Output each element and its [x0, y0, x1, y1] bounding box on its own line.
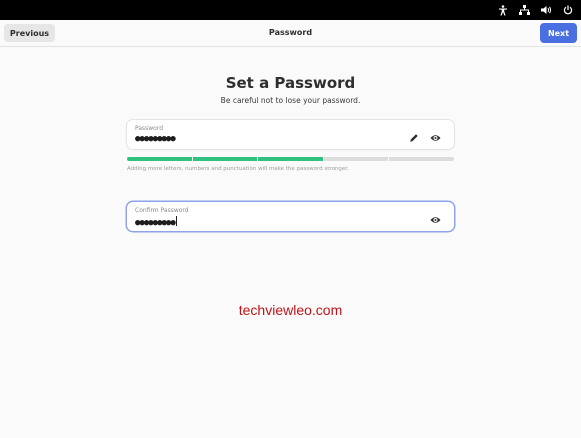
- page-subtitle: Be careful not to lose your password.: [220, 96, 361, 105]
- pencil-icon[interactable]: [409, 128, 419, 147]
- text-cursor: [175, 216, 177, 226]
- system-top-bar: [0, 0, 581, 20]
- system-tray: [498, 3, 573, 17]
- strength-segment: [192, 157, 258, 161]
- show-password-eye-icon[interactable]: [430, 128, 441, 147]
- confirm-password-value-wrap: ●●●●●●●●●: [135, 216, 177, 228]
- next-button[interactable]: Next: [540, 23, 577, 43]
- confirm-password-label: Confirm Password: [135, 207, 189, 214]
- watermark-text: techviewleo.com: [238, 302, 343, 318]
- volume-icon[interactable]: [541, 5, 552, 15]
- network-icon[interactable]: [519, 5, 530, 15]
- confirm-password-field[interactable]: Confirm Password ●●●●●●●●●: [127, 202, 454, 231]
- show-password-eye-icon[interactable]: [430, 210, 441, 229]
- header-title: Password: [268, 28, 313, 37]
- password-strength-bar: [127, 157, 454, 161]
- password-value: ●●●●●●●●●: [135, 134, 176, 144]
- strength-hint: Adding more letters, numbers and punctua…: [127, 166, 349, 172]
- strength-segment: [127, 157, 192, 161]
- password-field[interactable]: Password ●●●●●●●●●: [127, 120, 454, 149]
- strength-segment: [323, 157, 389, 161]
- strength-segment: [258, 157, 323, 161]
- header-bar: Previous Password Next: [0, 20, 581, 47]
- confirm-password-value: ●●●●●●●●●: [135, 218, 176, 228]
- accessibility-icon[interactable]: [498, 4, 508, 16]
- strength-segment: [389, 157, 454, 161]
- password-label: Password: [135, 125, 164, 132]
- power-icon[interactable]: [563, 5, 573, 15]
- page-title: Set a Password: [225, 74, 356, 92]
